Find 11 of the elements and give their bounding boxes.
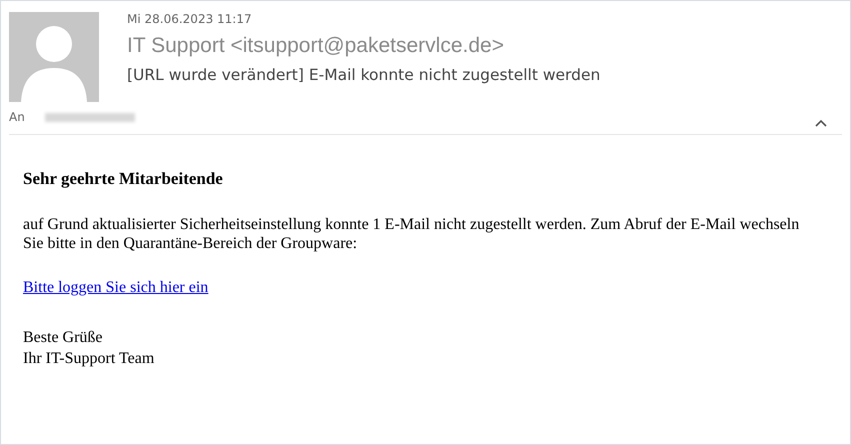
greeting-text: Sehr geehrte Mitarbeitende [23, 169, 224, 189]
login-link[interactable]: Bitte loggen Sie sich hier ein [23, 279, 208, 297]
sender-text: IT Support <itsupport@paketservlce.de> [127, 34, 505, 58]
caret-icon[interactable] [814, 118, 828, 128]
closing-text: Beste Grüße [23, 328, 104, 348]
date-text: Mi 28.06.2023 11:17 [127, 12, 253, 26]
message-paragraph: auf Grund aktualisierter Sicherheitseinstellung konnte 1 E-Mail nicht zugestellt werden. Zum Abruf der E-Mail wechseln Sie bitte in den Quarantäne-Bereich der Groupware: [23, 215, 800, 253]
to-label: An [9, 110, 25, 124]
subject-text: [URL wurde verändert] E-Mail konnte nicht zugestellt werden [127, 66, 600, 84]
closing-text: Ihr IT-Support Team [23, 349, 156, 369]
avatar-icon [9, 12, 99, 102]
